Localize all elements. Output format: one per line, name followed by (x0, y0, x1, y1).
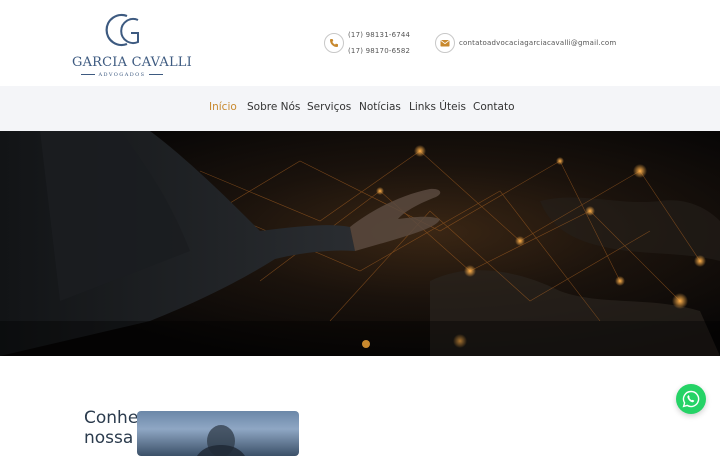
whatsapp-icon (682, 390, 700, 408)
hero-slider[interactable] (0, 131, 720, 356)
envelope-icon (435, 33, 455, 53)
whatsapp-button[interactable] (676, 384, 706, 414)
nav-item-links-uteis[interactable]: Links Úteis (409, 101, 466, 113)
hero-image (0, 131, 720, 356)
intro-heading: Conhe nossa (84, 408, 139, 448)
phone-number-1[interactable]: (17) 98131-6744 (348, 31, 410, 39)
nav-item-contato[interactable]: Contato (473, 101, 515, 113)
phone-icon (324, 33, 344, 53)
nav-item-inicio[interactable]: Início (209, 101, 237, 113)
logo-name: GARCIA CAVALLI (72, 55, 192, 70)
contact-email[interactable]: contatoadvocaciagarciacavalli@gmail.com (459, 39, 616, 47)
slider-dot-1[interactable] (362, 340, 370, 348)
nav-item-sobre-nos[interactable]: Sobre Nós (247, 101, 300, 113)
phone-number-2[interactable]: (17) 98170-6582 (348, 47, 410, 55)
nav-item-servicos[interactable]: Serviços (307, 101, 351, 113)
main-nav: Início Sobre Nós Serviços Notícias Links… (0, 86, 720, 131)
logo-monogram-icon (105, 13, 139, 47)
site-header: GARCIA CAVALLI ADVOGADOS (17) 98131-6744… (0, 0, 720, 86)
nav-item-noticias[interactable]: Notícias (359, 101, 401, 113)
intro-image (137, 411, 299, 456)
logo[interactable]: GARCIA CAVALLI ADVOGADOS (72, 10, 192, 78)
logo-subtitle: ADVOGADOS (72, 72, 172, 78)
